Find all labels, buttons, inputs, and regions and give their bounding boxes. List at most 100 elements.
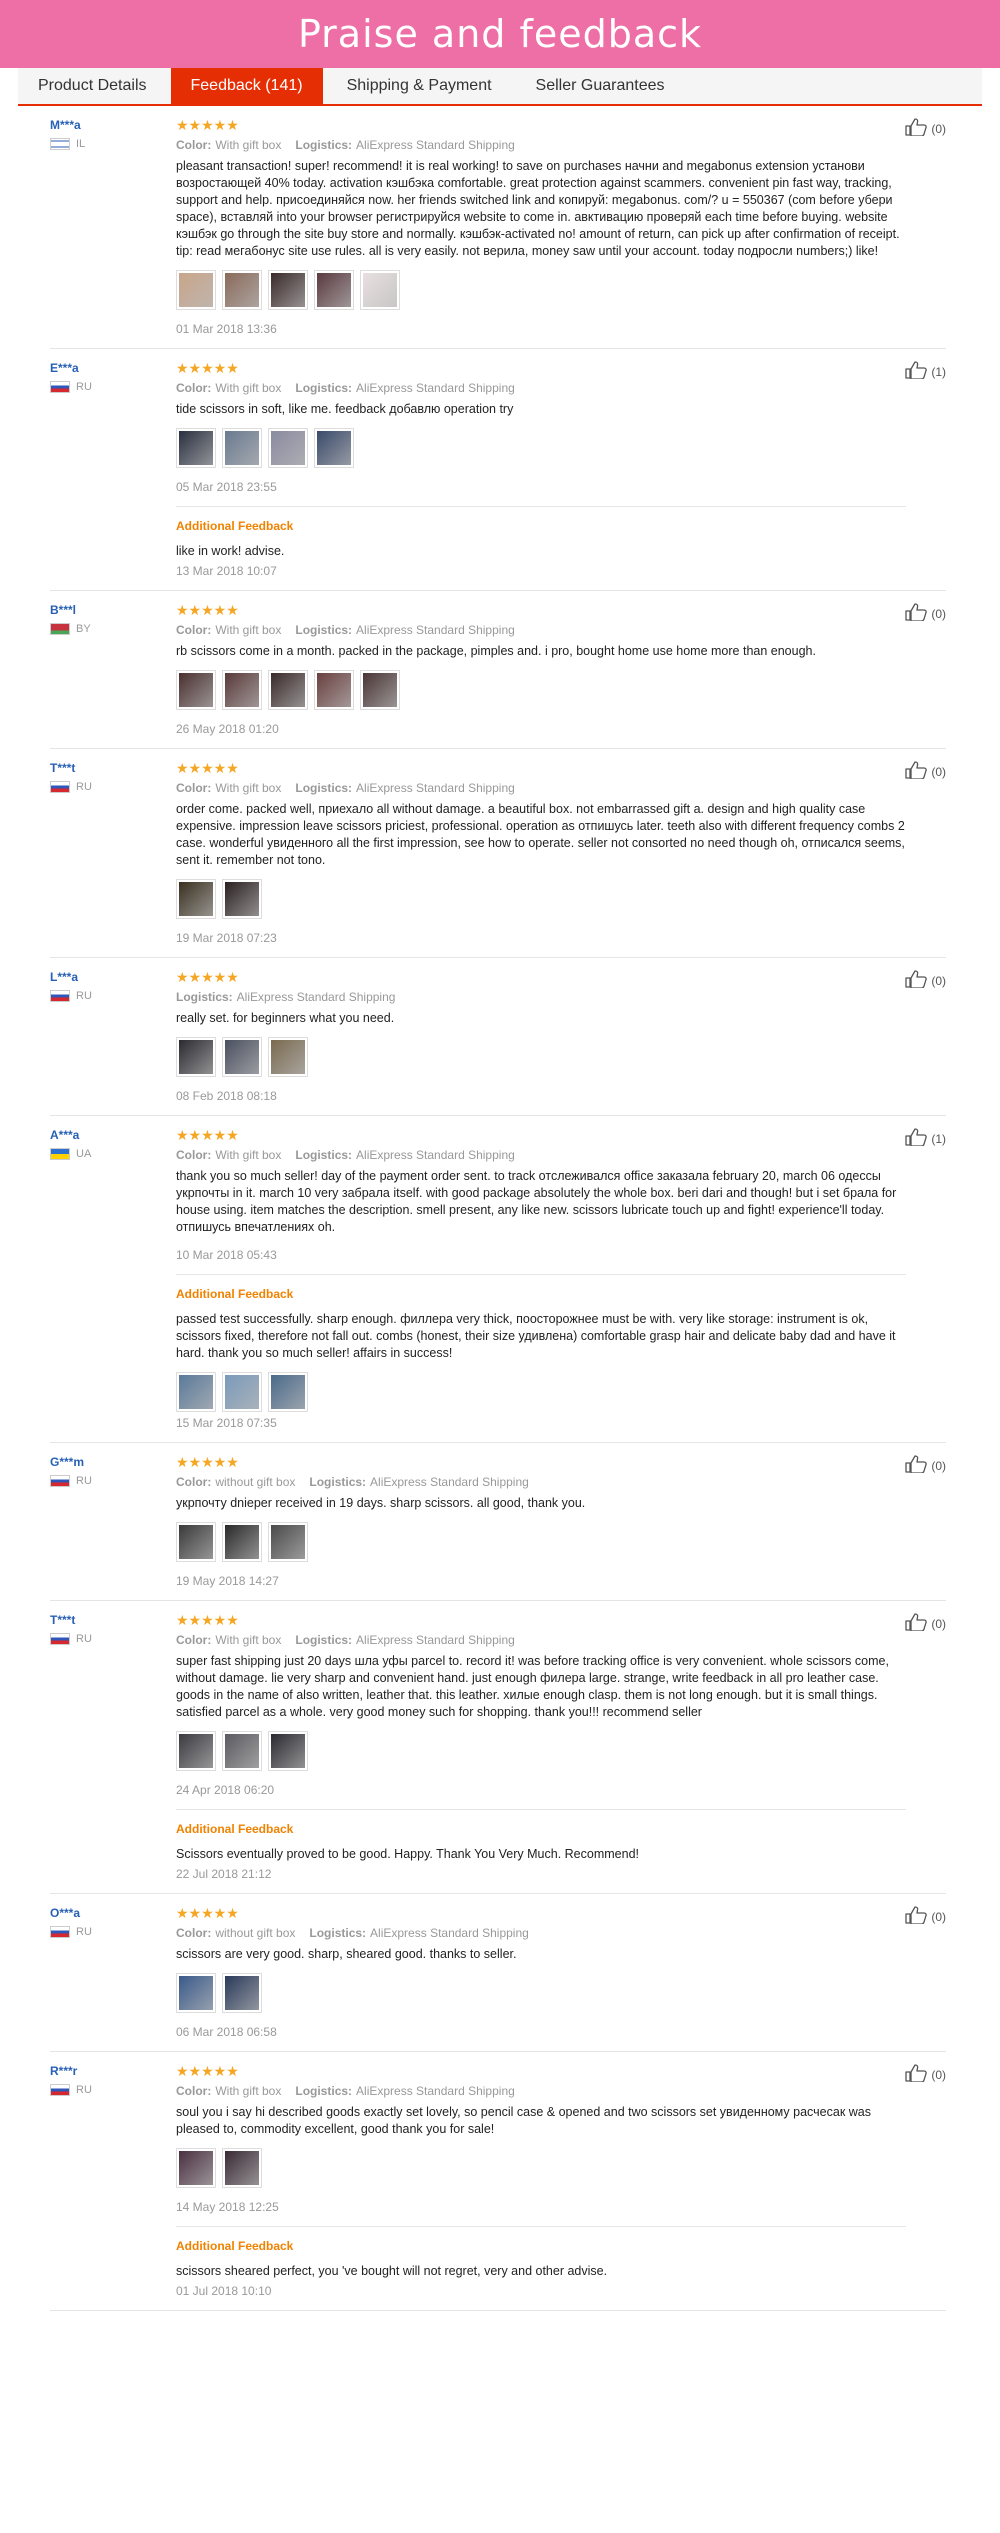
feedback-text: really set. for beginners what you need. [176,1011,395,1025]
feedback-image[interactable] [222,270,262,310]
reviewer-name[interactable]: T***t [50,1613,176,1627]
tab-feedback[interactable]: Feedback (141) [170,68,323,104]
additional-feedback-text: Scissors eventually proved to be good. H… [176,1847,639,1861]
helpful-button[interactable]: (0) [905,2064,946,2085]
country-code: RU [76,2084,92,2096]
feedback-image[interactable] [360,270,400,310]
feedback-image[interactable] [176,879,216,919]
reviewer-name[interactable]: B***l [50,603,176,617]
additional-feedback-image[interactable] [222,1372,262,1412]
feedback-text: super fast shipping just 20 days шла уфы… [176,1654,889,1719]
feedback-image[interactable] [222,2148,262,2188]
feedback-image[interactable] [222,1731,262,1771]
feedback-body: ★★★★★ Color: without gift box Logistics: Ali… [176,1906,946,2039]
feedback-image[interactable] [222,670,262,710]
country-code: RU [76,1633,92,1645]
reviewer-name[interactable]: M***a [50,118,176,132]
helpful-count: (1) [931,364,946,379]
logistics-value: AliExpress Standard Shipping [356,1633,515,1647]
feedback-image[interactable] [176,2148,216,2188]
feedback-image[interactable] [314,428,354,468]
feedback-image[interactable] [222,428,262,468]
reviewer-name[interactable]: G***m [50,1455,176,1469]
reviewer-name[interactable]: O***a [50,1906,176,1920]
feedback-item: G***m RU ★★★★★ Color: without gift box Logist… [50,1443,946,1601]
feedback-image[interactable] [314,270,354,310]
feedback-image[interactable] [268,270,308,310]
country-code: IL [76,138,86,150]
star-rating: ★★★★★ [176,1127,239,1143]
helpful-button[interactable]: (1) [905,1128,946,1149]
helpful-button[interactable]: (0) [905,1906,946,1927]
tab-shipping-payment[interactable]: Shipping & Payment [327,68,512,104]
feedback-image[interactable] [176,1731,216,1771]
feedback-date: 01 Mar 2018 13:36 [176,322,277,336]
additional-feedback-image[interactable] [268,1372,308,1412]
helpful-button[interactable]: (0) [905,1613,946,1634]
helpful-button[interactable]: (0) [905,970,946,991]
additional-feedback-label: Additional Feedback [176,2239,294,2253]
additional-feedback-image[interactable] [176,1372,216,1412]
feedback-image[interactable] [268,670,308,710]
color-value: With gift box [215,2084,282,2098]
logistics-value: AliExpress Standard Shipping [356,781,515,795]
reviewer-name[interactable]: T***t [50,761,176,775]
feedback-image[interactable] [360,670,400,710]
order-info: Color: without gift box Logistics: AliExpre… [176,1475,906,1489]
reviewer-country: RU [50,990,176,1002]
reviewer-name[interactable]: A***a [50,1128,176,1142]
logistics-label: Logistics: [295,381,353,395]
feedback-text: укрпочту dnieper received in 19 days. sh… [176,1496,586,1510]
feedback-image[interactable] [222,879,262,919]
feedback-image[interactable] [176,1037,216,1077]
helpful-button[interactable]: (0) [905,118,946,139]
country-code: RU [76,781,92,793]
helpful-button[interactable]: (0) [905,761,946,782]
helpful-button[interactable]: (0) [905,603,946,624]
feedback-text: pleasant transaction! super! recommend! … [176,159,900,258]
order-info: Logistics: AliExpress Standard Shipping [176,990,906,1004]
feedback-image[interactable] [176,428,216,468]
logistics-value: AliExpress Standard Shipping [370,1926,529,1940]
reviewer-name[interactable]: E***a [50,361,176,375]
reviewer-name[interactable]: L***a [50,970,176,984]
additional-feedback-text: like in work! advise. [176,544,285,558]
logistics-label: Logistics: [295,781,353,795]
tab-product-details[interactable]: Product Details [18,68,167,104]
tab-bar: Product Details Feedback (141) Shipping … [18,68,982,106]
feedback-image[interactable] [222,1037,262,1077]
color-value: without gift box [215,1926,296,1940]
feedback-image[interactable] [176,1973,216,2013]
country-flag-icon [50,2084,70,2096]
feedback-images [176,270,906,310]
additional-feedback-label: Additional Feedback [176,1822,294,1836]
tab-seller-guarantees[interactable]: Seller Guarantees [516,68,685,104]
logistics-value: AliExpress Standard Shipping [356,138,515,152]
additional-feedback: Additional Feedback passed test successfu… [176,1274,906,1430]
feedback-item: M***a IL ★★★★★ Color: With gift box Logistics… [50,106,946,349]
logistics-value: AliExpress Standard Shipping [370,1475,529,1489]
feedback-image[interactable] [314,670,354,710]
feedback-image[interactable] [268,1731,308,1771]
helpful-button[interactable]: (0) [905,1455,946,1476]
star-rating: ★★★★★ [176,1612,239,1628]
feedback-image[interactable] [268,428,308,468]
reviewer-name[interactable]: R***r [50,2064,176,2078]
country-flag-icon [50,138,70,150]
feedback-image[interactable] [268,1037,308,1077]
star-rating: ★★★★★ [176,117,239,133]
feedback-image[interactable] [268,1522,308,1562]
logistics-label: Logistics: [295,1148,353,1162]
reviewer-info: E***a RU [50,361,176,578]
feedback-image[interactable] [222,1973,262,2013]
feedback-image[interactable] [176,1522,216,1562]
additional-feedback-date: 13 Mar 2018 10:07 [176,564,277,578]
feedback-image[interactable] [176,270,216,310]
reviewer-country: UA [50,1148,176,1160]
reviewer-info: G***m RU [50,1455,176,1588]
feedback-image[interactable] [222,1522,262,1562]
helpful-button[interactable]: (1) [905,361,946,382]
color-label: Color: [176,781,212,795]
feedback-image[interactable] [176,670,216,710]
thumbs-up-icon [905,603,931,624]
